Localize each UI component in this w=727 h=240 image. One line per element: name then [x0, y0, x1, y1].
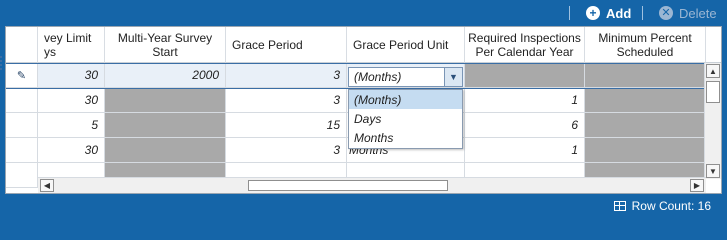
cell-grace-period[interactable]: 3 [226, 63, 347, 88]
cell-survey-limit[interactable]: 30 [38, 138, 105, 163]
dropdown-option[interactable]: (Months) [349, 90, 462, 109]
cell-minimum-percent [585, 88, 706, 113]
cell-required-inspections[interactable]: 1 [465, 88, 585, 113]
dropdown-option[interactable]: Days [349, 109, 462, 128]
vertical-scroll-thumb[interactable] [706, 81, 720, 103]
cell-required-inspections[interactable]: 6 [465, 113, 585, 138]
dropdown-option[interactable]: Months [349, 128, 462, 147]
column-header-grace-period-unit[interactable]: Grace Period Unit [347, 27, 465, 63]
toolbar-separator [642, 6, 643, 20]
cell-multi-year-start [105, 138, 226, 163]
header-line: Grace Period [232, 37, 303, 52]
column-header-survey-limit[interactable]: vey Limit ys [38, 27, 105, 63]
grace-period-unit-combobox[interactable]: (Months) ▼ [348, 67, 463, 87]
column-header-minimum-percent-scheduled[interactable]: Minimum Percent Scheduled [585, 27, 706, 63]
grid-icon [613, 201, 626, 211]
header-corner [706, 27, 721, 63]
grid-window: + Add ✕ Delete vey Limit ys Multi-Year Su… [0, 0, 727, 221]
toolbar: + Add ✕ Delete [0, 0, 727, 26]
cell-grace-period[interactable]: 3 [226, 138, 347, 163]
cell-survey-limit[interactable]: 30 [38, 88, 105, 113]
column-header-grace-period[interactable]: Grace Period [226, 27, 347, 63]
cell-minimum-percent [585, 138, 706, 163]
cell-minimum-percent [585, 63, 706, 88]
header-line: Scheduled [616, 44, 674, 59]
delete-button[interactable]: ✕ Delete [659, 0, 717, 26]
grace-period-unit-dropdown: (Months) Days Months [348, 89, 463, 149]
row-selector[interactable]: ✎ [6, 63, 38, 88]
row-selector[interactable] [6, 88, 38, 113]
header-line: Per Calendar Year [475, 44, 574, 59]
combobox-value: (Months) [354, 70, 402, 84]
row-selector-header [6, 27, 38, 63]
horizontal-scroll-thumb[interactable] [248, 180, 448, 191]
cell-multi-year-start [105, 113, 226, 138]
row-selector[interactable] [6, 163, 38, 188]
row-selector[interactable] [6, 113, 38, 138]
header-line: vey Limit [44, 30, 92, 45]
plus-circle-icon: + [586, 6, 600, 20]
cell-multi-year-start[interactable]: 2000 [105, 63, 226, 88]
header-line: ys [44, 44, 56, 59]
header-line: Start [152, 44, 178, 59]
row-count-label: Row Count: 16 [631, 199, 711, 213]
header-line: Grace Period Unit [353, 37, 449, 52]
x-circle-icon: ✕ [659, 6, 673, 20]
chevron-down-icon[interactable]: ▼ [444, 68, 462, 86]
cell-multi-year-start [105, 88, 226, 113]
header-line: Multi-Year Survey [117, 30, 213, 45]
row-selector[interactable] [6, 138, 38, 163]
row-count: Row Count: 16 [613, 196, 711, 216]
cell-required-inspections[interactable]: 1 [465, 138, 585, 163]
add-button-label: Add [606, 5, 632, 21]
delete-button-label: Delete [679, 5, 717, 21]
cell-survey-limit[interactable]: 5 [38, 113, 105, 138]
cell-minimum-percent [585, 113, 706, 138]
cell-grace-period[interactable]: 3 [226, 88, 347, 113]
cell-grace-period[interactable]: 15 [226, 113, 347, 138]
scroll-down-icon[interactable]: ▼ [706, 164, 720, 178]
horizontal-scrollbar[interactable]: ◀ ▶ [38, 177, 706, 193]
scroll-right-icon[interactable]: ▶ [690, 179, 704, 192]
column-header-required-inspections[interactable]: Required Inspections Per Calendar Year [465, 27, 585, 63]
status-bar: Row Count: 16 [0, 196, 727, 221]
header-line: Minimum Percent [598, 30, 692, 45]
vertical-scrollbar[interactable]: ▲ ▼ [704, 63, 721, 179]
pencil-icon: ✎ [16, 69, 27, 82]
splitter-grip[interactable] [0, 56, 2, 70]
scroll-up-icon[interactable]: ▲ [706, 64, 720, 78]
column-header-multi-year-survey-start[interactable]: Multi-Year Survey Start [105, 27, 226, 63]
add-button[interactable]: + Add [586, 0, 631, 26]
toolbar-separator [569, 6, 570, 20]
scroll-left-icon[interactable]: ◀ [40, 179, 54, 192]
header-line: Required Inspections [468, 30, 581, 45]
cell-survey-limit[interactable]: 30 [38, 63, 105, 88]
cell-required-inspections [465, 63, 585, 88]
data-grid: vey Limit ys Multi-Year Survey Start Grace… [5, 26, 722, 194]
